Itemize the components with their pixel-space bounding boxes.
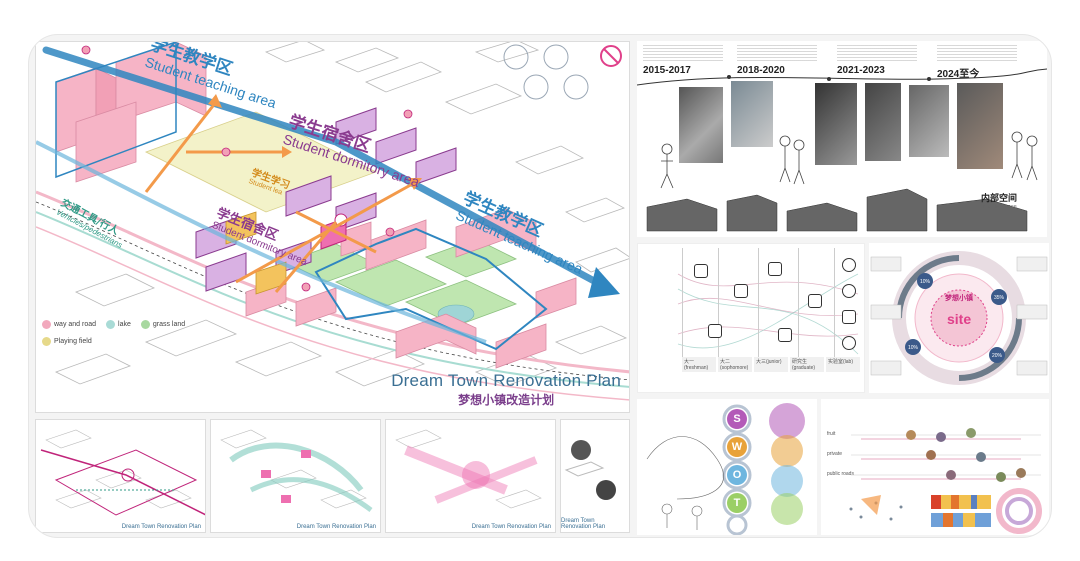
timeline-photo-2 [729,79,775,149]
data-analysis-panel: fruit private public roads [821,399,1049,535]
plan-title-cn: 梦想小镇改造计划 [458,393,555,407]
legend-lake: lake [106,320,131,329]
small-map-4-drawing [564,440,616,500]
site-pct-3: 10% [908,345,919,351]
legend-grass-swatch [140,320,150,329]
legend-playing-field-label: Playing field [54,338,92,345]
site-label-cn: 梦想小镇 [945,294,973,302]
swot-panel: S W O T [637,399,817,535]
site-circle-panel: 10% 35% 10% 20% 梦想小镇 site [869,243,1049,393]
swot-w: W [727,437,747,457]
site-pct-1: 10% [920,279,931,285]
analysis-footer-2: 大二(sophomore) [718,357,752,372]
plan-title: Dream Town Renovation Plan 梦想小镇改造计划 [391,371,621,408]
legend-way-road-label: way and road [54,321,97,328]
heart-icon [842,258,856,272]
analysis-footer-3: 大三(junior) [754,357,788,372]
small-map-2-drawing [220,429,373,513]
main-site-map: 学生教学区 Student teaching area 学生宿舍区 Studen… [35,41,630,413]
analysis-col-1 [682,248,683,370]
swot-s: S [727,409,747,429]
building-icon [734,284,748,298]
small-map-1-caption: Dream Town Renovation Plan [121,524,201,530]
analysis-col-3 [758,248,759,370]
small-map-4-caption: Dream Town Renovation Plan [561,518,606,530]
legend-playing-field: Playing field [42,337,92,346]
site-pct-4: 20% [992,353,1003,359]
analysis-col-2 [718,248,719,370]
interior-label-cn: 内部空间 [980,194,1017,204]
plan-title-en: Dream Town Renovation Plan [391,371,621,390]
presentation-board: 学生教学区 Student teaching area 学生宿舍区 Studen… [28,34,1052,538]
analysis-footer-1: 大一(freshman) [682,357,716,372]
history-timeline: 2015-2017 2018-2020 2021-2023 2024至今 内部空… [637,41,1047,237]
shield-icon [842,310,856,324]
home-icon [694,264,708,278]
legend-lake-swatch [106,320,116,329]
small-map-3-caption: Dream Town Renovation Plan [471,524,551,530]
map-legend: way and road lake grass land Playing fie… [42,320,185,354]
book-icon [768,262,782,276]
small-map-1: Dream Town Renovation Plan [35,419,206,533]
analysis-footer-5: 实验室(lab) [826,357,860,372]
swot-t: T [727,493,747,513]
timeline-photo-6 [955,81,1005,171]
timeline-photo-1 [677,85,725,165]
interior-label: 内部空间 Internal space [981,191,1017,210]
timeline-photo-4 [863,81,903,163]
small-maps-row: Dream Town Renovation Plan Dream Town Re… [35,419,630,533]
desk-icon [778,328,792,342]
map-icon [808,294,822,308]
analysis-col-4 [798,248,799,370]
data-charts [849,428,1042,534]
legend-way-road-swatch [42,320,51,329]
timeline-photo-5 [907,83,951,159]
small-map-2-caption: Dream Town Renovation Plan [296,524,376,530]
site-pct-2: 35% [994,295,1005,301]
star-icon [842,336,856,350]
user-analysis-panel: 大一(freshman) 大二(sophomore) 大三(junior) 研究… [637,243,865,393]
classroom-icon [708,324,722,338]
person-icon [842,284,856,298]
small-map-4: Dream Town Renovation Plan [560,419,630,533]
timeline-photo-3 [813,81,859,167]
legend-grass-label: grass land [152,321,186,328]
small-map-3-drawing [395,429,542,509]
legend-way-road: way and road [42,320,96,329]
swot-o: O [727,465,747,485]
analysis-col-5 [834,248,835,370]
site-label-big: site [947,311,972,327]
legend-lake-label: lake [118,321,131,328]
analysis-footer: 大一(freshman) 大二(sophomore) 大三(junior) 研究… [682,357,860,372]
legend-grass: grass land [140,320,186,329]
small-map-2: Dream Town Renovation Plan [210,419,381,533]
analysis-footer-4: 研究生(graduate) [790,357,824,372]
small-map-1-drawing [40,429,205,516]
small-map-3: Dream Town Renovation Plan [385,419,556,533]
interior-label-en: Internal space [981,204,1017,210]
legend-playing-field-swatch [42,337,51,346]
